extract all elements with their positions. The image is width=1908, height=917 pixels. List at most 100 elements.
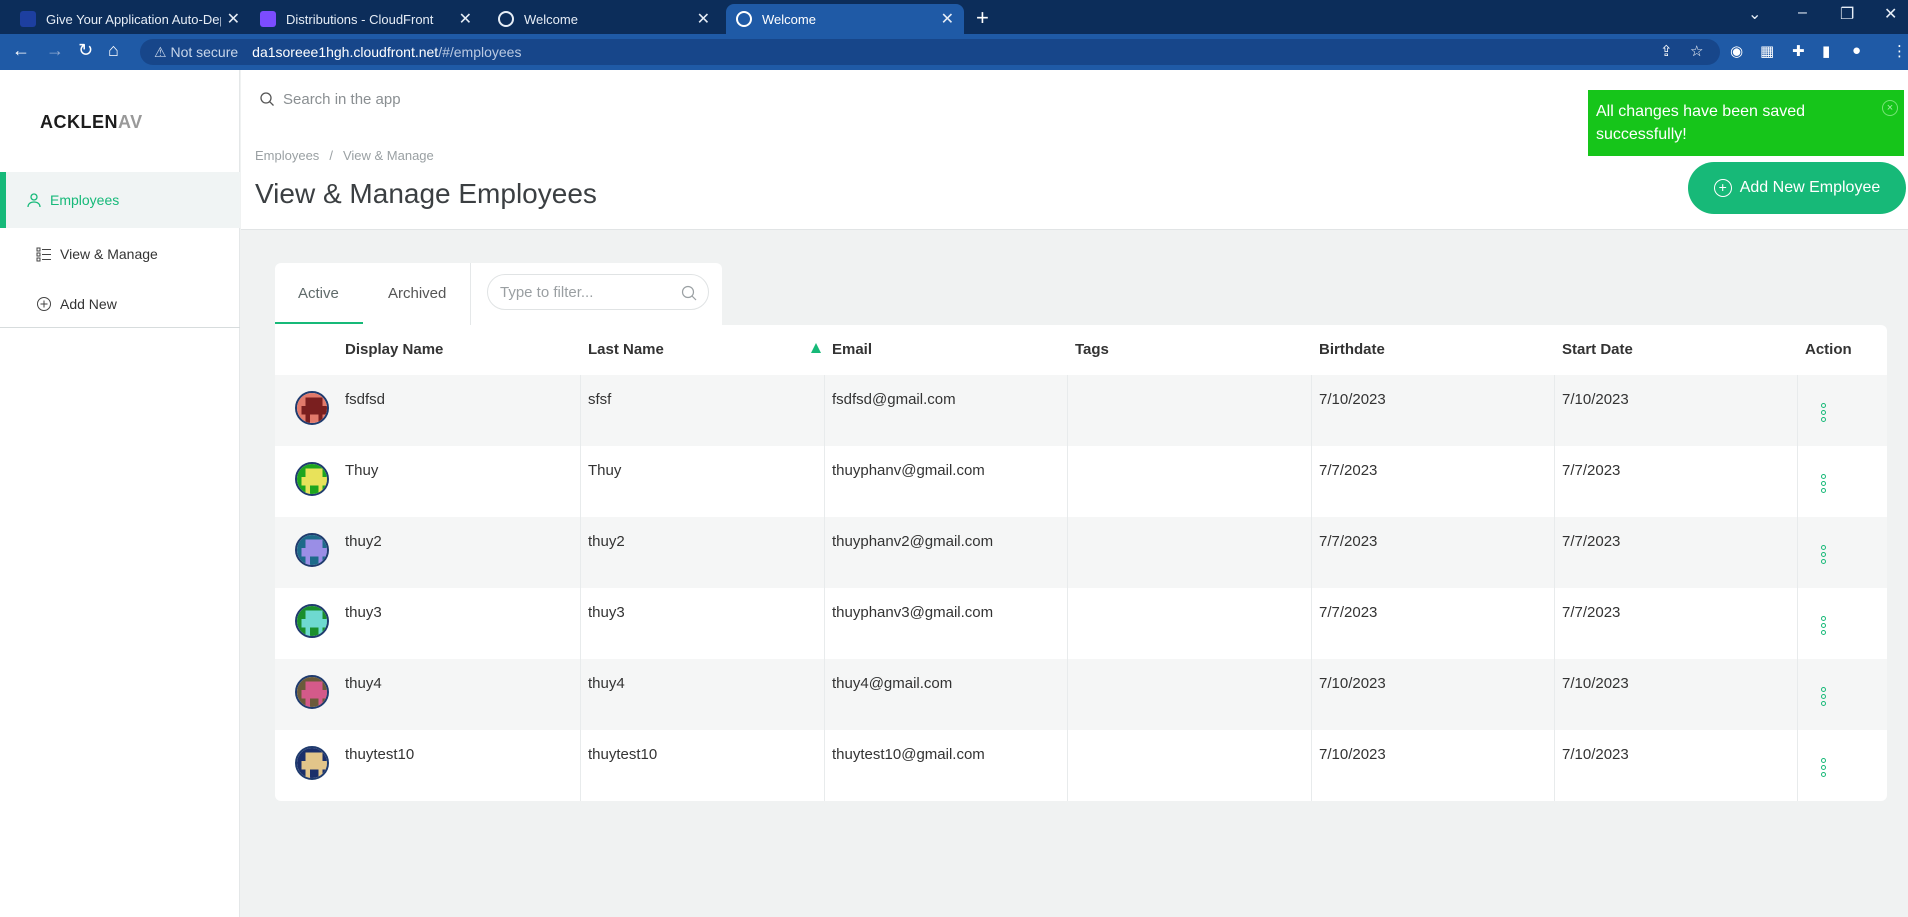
- globe-icon: [736, 11, 752, 27]
- not-secure-indicator[interactable]: ⚠ Not secure: [154, 44, 238, 61]
- column-divider: [1554, 375, 1555, 446]
- cell-start-date: 7/7/2023: [1562, 604, 1621, 621]
- sidebar-item-employees[interactable]: Employees: [0, 172, 240, 228]
- sort-ascending-icon[interactable]: [811, 343, 821, 353]
- browser-tab[interactable]: Give Your Application Auto-Depl ✕: [10, 4, 250, 34]
- app-search-input[interactable]: Search in the app: [259, 84, 1529, 114]
- address-bar[interactable]: ⚠ Not secure da1soreee1hgh.cloudfront.ne…: [140, 39, 1720, 65]
- row-actions-kebab-icon[interactable]: [1821, 545, 1829, 566]
- column-divider: [1797, 730, 1798, 801]
- new-tab-icon[interactable]: +: [976, 5, 989, 31]
- table-row[interactable]: thuy2 thuy2 thuyphanv2@gmail.com 7/7/2023 7/…: [275, 517, 1887, 588]
- col-header-email[interactable]: Email: [832, 341, 872, 358]
- column-divider: [1311, 446, 1312, 517]
- tab-active[interactable]: Active: [298, 285, 339, 302]
- forward-icon[interactable]: →: [46, 40, 64, 61]
- browser-tab-title: Welcome: [762, 11, 816, 27]
- reload-icon[interactable]: ↻: [78, 40, 93, 61]
- column-divider: [1067, 517, 1068, 588]
- col-header-tags[interactable]: Tags: [1075, 341, 1109, 358]
- toast-close-icon[interactable]: ×: [1882, 100, 1898, 116]
- column-divider: [1311, 375, 1312, 446]
- home-icon[interactable]: ⌂: [108, 40, 119, 61]
- column-divider: [1554, 659, 1555, 730]
- close-tab-icon[interactable]: ✕: [697, 9, 710, 29]
- cell-last-name: thuy2: [588, 533, 625, 550]
- browser-menu-icon[interactable]: ⋮: [1892, 42, 1907, 60]
- row-actions-kebab-icon[interactable]: [1821, 616, 1829, 637]
- close-window-icon[interactable]: ✕: [1884, 4, 1897, 24]
- sidebar-item-label: Employees: [50, 192, 120, 208]
- add-new-employee-button[interactable]: + Add New Employee: [1688, 162, 1906, 214]
- column-divider: [1067, 446, 1068, 517]
- table-row[interactable]: thuytest10 thuytest10 thuytest10@gmail.com…: [275, 730, 1887, 801]
- cell-birthdate: 7/7/2023: [1319, 533, 1378, 550]
- row-actions-kebab-icon[interactable]: [1821, 474, 1829, 495]
- close-tab-icon[interactable]: ✕: [941, 9, 954, 29]
- tab-search-icon[interactable]: ⌄: [1748, 4, 1761, 24]
- not-secure-label: Not secure: [170, 43, 239, 60]
- profile-avatar-icon[interactable]: ●: [1852, 42, 1861, 59]
- bookmark-star-icon[interactable]: ☆: [1690, 42, 1703, 60]
- row-actions-kebab-icon[interactable]: [1821, 687, 1829, 708]
- column-divider: [824, 588, 825, 659]
- cell-email[interactable]: thuytest10@gmail.com: [832, 746, 985, 763]
- cell-email[interactable]: thuyphanv@gmail.com: [832, 462, 985, 479]
- minimize-icon[interactable]: –: [1798, 4, 1807, 22]
- row-actions-kebab-icon[interactable]: [1821, 758, 1829, 779]
- col-header-last-name[interactable]: Last Name: [588, 341, 664, 358]
- table-row[interactable]: thuy3 thuy3 thuyphanv3@gmail.com 7/7/2023 7/…: [275, 588, 1887, 659]
- table-row[interactable]: fsdfsd sfsf fsdfsd@gmail.com 7/10/2023 7/10/…: [275, 375, 1887, 446]
- cell-display-name: fsdfsd: [345, 391, 386, 408]
- cell-email[interactable]: fsdfsd@gmail.com: [832, 391, 956, 408]
- breadcrumb: Employees / View & Manage: [255, 148, 434, 163]
- sidebar: ACKLENAV Employees View & Manage Add New: [0, 70, 240, 917]
- table-row[interactable]: Thuy Thuy thuyphanv@gmail.com 7/7/2023 7/7/2…: [275, 446, 1887, 517]
- employees-table: Display Name Last Name Email Tags Birthd…: [275, 325, 1887, 801]
- app-logo[interactable]: ACKLENAV: [40, 112, 143, 133]
- cell-last-name: sfsf: [588, 391, 612, 408]
- cell-start-date: 7/7/2023: [1562, 462, 1621, 479]
- sidebar-item-label: View & Manage: [60, 246, 158, 262]
- row-actions-kebab-icon[interactable]: [1821, 403, 1829, 424]
- extensions-puzzle-icon[interactable]: ✚: [1792, 42, 1805, 60]
- browser-tab[interactable]: Welcome ✕: [488, 4, 720, 34]
- browser-tab[interactable]: Distributions - CloudFront ✕: [250, 4, 482, 34]
- column-divider: [1554, 588, 1555, 659]
- column-divider: [824, 517, 825, 588]
- restore-icon[interactable]: ❐: [1840, 4, 1854, 24]
- table-row[interactable]: thuy4 thuy4 thuy4@gmail.com 7/10/2023 7/10/2…: [275, 659, 1887, 730]
- cell-email[interactable]: thuy4@gmail.com: [832, 675, 952, 692]
- browser-tab-active[interactable]: Welcome ✕: [726, 4, 964, 34]
- sidebar-item-add-new[interactable]: Add New: [0, 276, 240, 332]
- sidebar-item-view-manage[interactable]: View & Manage: [0, 226, 240, 282]
- cell-email[interactable]: thuyphanv2@gmail.com: [832, 533, 993, 550]
- close-tab-icon[interactable]: ✕: [459, 9, 472, 29]
- column-divider: [1067, 730, 1068, 801]
- col-header-birthdate[interactable]: Birthdate: [1319, 341, 1385, 358]
- browser-tab-title: Welcome: [524, 11, 578, 27]
- col-header-start-date[interactable]: Start Date: [1562, 341, 1633, 358]
- breadcrumb-employees[interactable]: Employees: [255, 148, 319, 163]
- tab-archived[interactable]: Archived: [388, 285, 446, 302]
- table-header: Display Name Last Name Email Tags Birthd…: [275, 325, 1887, 375]
- browser-tab-title: Give Your Application Auto-Depl: [46, 11, 221, 27]
- breadcrumb-separator: /: [329, 148, 333, 163]
- cell-last-name: thuy4: [588, 675, 625, 692]
- page-title: View & Manage Employees: [255, 178, 597, 209]
- globe-icon: [498, 11, 514, 27]
- column-divider: [1311, 659, 1312, 730]
- search-placeholder: Search in the app: [283, 90, 401, 108]
- avatar: [295, 675, 329, 709]
- extension-icon[interactable]: ◉: [1730, 42, 1743, 60]
- tab-divider: [470, 263, 471, 325]
- filter-input[interactable]: Type to filter...: [487, 274, 709, 310]
- close-tab-icon[interactable]: ✕: [227, 9, 240, 29]
- back-icon[interactable]: ←: [12, 40, 30, 61]
- qr-icon[interactable]: ▦: [1760, 42, 1774, 60]
- share-icon[interactable]: ⇪: [1660, 42, 1673, 60]
- side-panel-icon[interactable]: ▮: [1822, 42, 1830, 60]
- cell-start-date: 7/7/2023: [1562, 533, 1621, 550]
- cell-email[interactable]: thuyphanv3@gmail.com: [832, 604, 993, 621]
- col-header-display-name[interactable]: Display Name: [345, 341, 443, 358]
